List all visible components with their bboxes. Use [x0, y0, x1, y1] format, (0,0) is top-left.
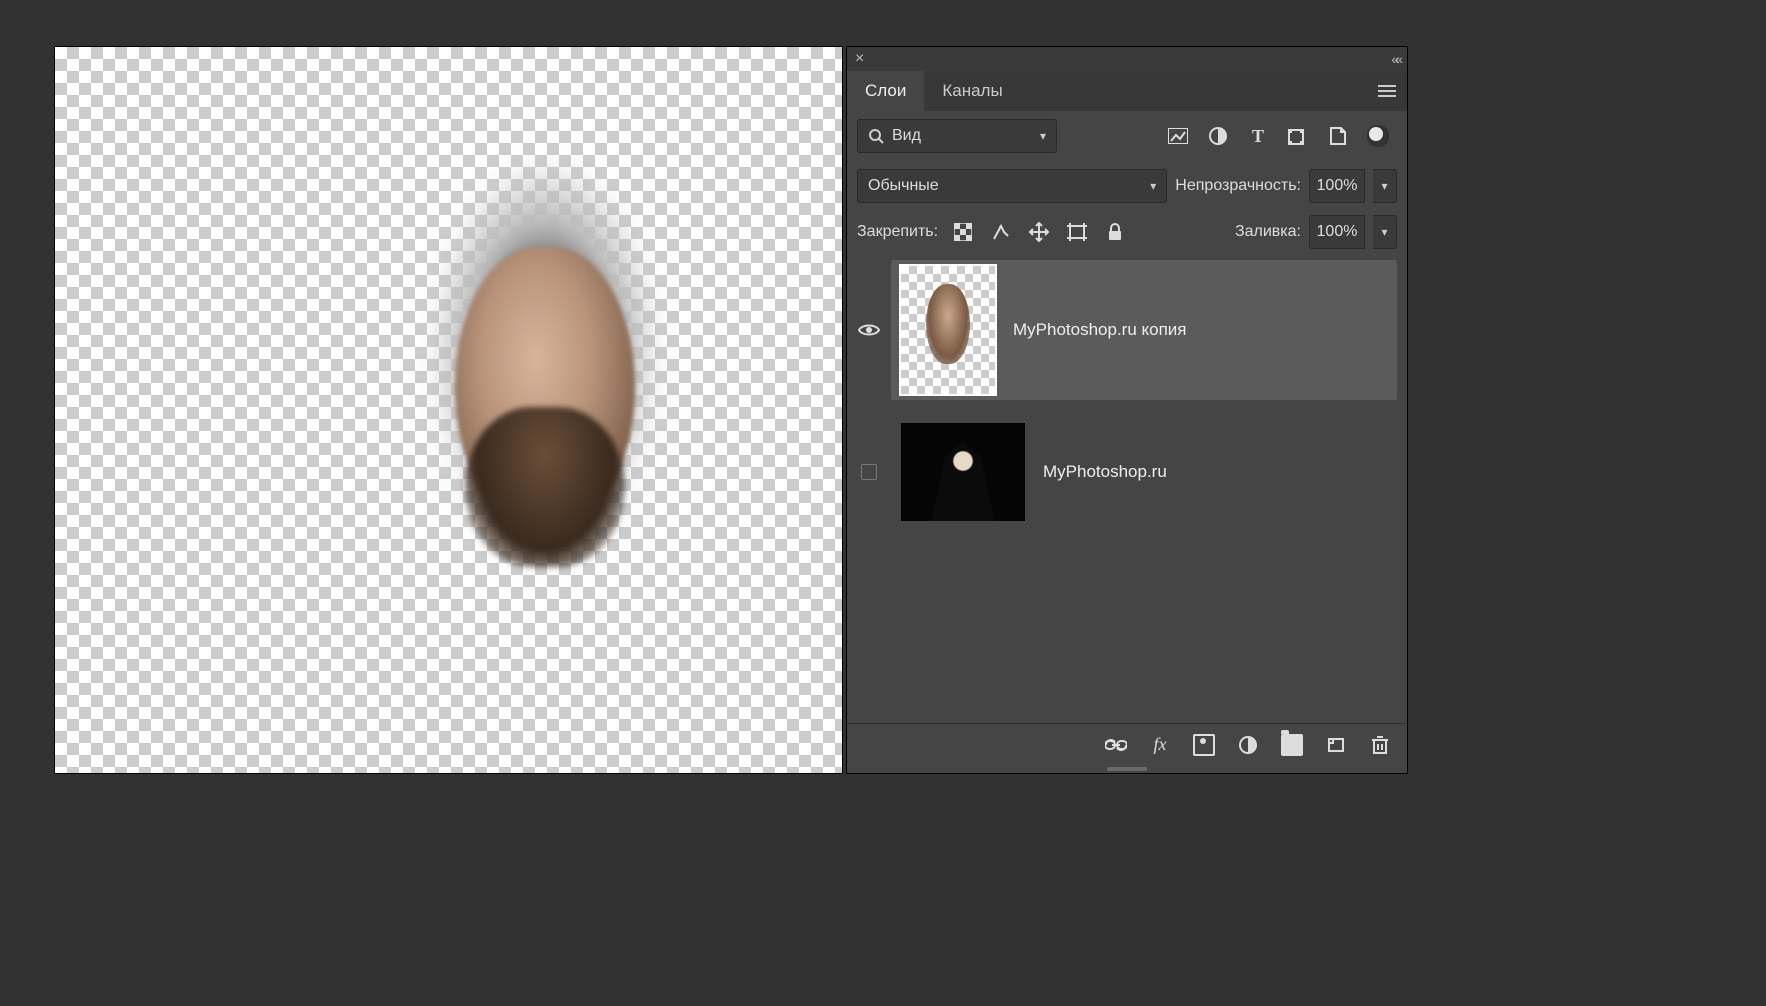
blend-row: Обычные ▾ Непрозрачность: 100% ▾ — [847, 161, 1407, 211]
blend-mode-select[interactable]: Обычные ▾ — [857, 169, 1167, 203]
fill-value[interactable]: 100% — [1309, 215, 1365, 249]
blend-mode-value: Обычные — [868, 177, 939, 195]
layer-list: MyPhotoshop.ru копия MyPhotoshop.ru — [847, 259, 1407, 723]
add-mask-icon[interactable] — [1193, 734, 1215, 756]
panel-tabs: Слои Каналы — [847, 71, 1407, 111]
tab-channels[interactable]: Каналы — [924, 71, 1020, 111]
collapse-icon[interactable]: «« — [1391, 51, 1399, 67]
link-layers-icon[interactable] — [1105, 734, 1127, 756]
visibility-toggle[interactable] — [847, 322, 891, 338]
layer-row[interactable]: MyPhotoshop.ru копия — [847, 259, 1407, 401]
panel-header: × «« — [847, 47, 1407, 71]
panel-menu-icon[interactable] — [1367, 71, 1407, 111]
layers-panel: × «« Слои Каналы Вид ▾ T — [846, 46, 1408, 774]
canvas-area[interactable] — [54, 46, 843, 774]
filter-toggle[interactable] — [1367, 125, 1389, 147]
lock-transparency-icon[interactable] — [952, 221, 974, 243]
filter-smartobject-icon[interactable] — [1327, 125, 1349, 147]
close-icon[interactable]: × — [855, 50, 864, 68]
filter-type-label: Вид — [892, 127, 921, 145]
filter-shape-icon[interactable] — [1287, 125, 1309, 147]
fill-label: Заливка: — [1235, 223, 1301, 241]
layer-style-icon[interactable]: fx — [1149, 734, 1171, 756]
filter-type-icon[interactable]: T — [1247, 125, 1269, 147]
eye-icon — [858, 322, 880, 338]
lock-all-icon[interactable] — [1104, 221, 1126, 243]
layer-thumbnail[interactable] — [901, 266, 995, 394]
lock-artboard-icon[interactable] — [1066, 221, 1088, 243]
tab-layers[interactable]: Слои — [847, 71, 924, 111]
opacity-chevron[interactable]: ▾ — [1373, 169, 1397, 203]
new-group-icon[interactable] — [1281, 734, 1303, 756]
delete-layer-icon[interactable] — [1369, 734, 1391, 756]
layer-panel-footer: fx — [847, 723, 1407, 765]
fill-chevron[interactable]: ▾ — [1373, 215, 1397, 249]
layer-row[interactable]: MyPhotoshop.ru — [847, 401, 1407, 543]
filter-type-select[interactable]: Вид ▾ — [857, 119, 1057, 153]
resize-grip[interactable] — [847, 765, 1407, 773]
new-layer-icon[interactable] — [1325, 734, 1347, 756]
search-icon — [868, 128, 884, 144]
lock-position-icon[interactable] — [1028, 221, 1050, 243]
layer-name[interactable]: MyPhotoshop.ru — [1043, 462, 1167, 482]
adjustment-layer-icon[interactable] — [1237, 734, 1259, 756]
lock-image-icon[interactable] — [990, 221, 1012, 243]
filter-pixel-icon[interactable] — [1167, 125, 1189, 147]
layer-thumbnail[interactable] — [901, 423, 1025, 521]
chevron-down-icon: ▾ — [1040, 129, 1046, 143]
filter-adjustment-icon[interactable] — [1207, 125, 1229, 147]
lock-row: Закрепить: Заливка: 100% ▾ — [847, 211, 1407, 259]
opacity-label: Непрозрачность: — [1175, 177, 1301, 195]
visibility-empty-icon — [861, 464, 877, 480]
chevron-down-icon: ▾ — [1150, 179, 1156, 193]
opacity-value[interactable]: 100% — [1309, 169, 1365, 203]
filter-icons: T — [1167, 125, 1397, 147]
visibility-toggle[interactable] — [847, 464, 891, 480]
lock-label: Закрепить: — [857, 223, 938, 241]
filter-row: Вид ▾ T — [847, 111, 1407, 161]
canvas-image — [385, 97, 705, 627]
layer-name[interactable]: MyPhotoshop.ru копия — [1013, 320, 1187, 340]
